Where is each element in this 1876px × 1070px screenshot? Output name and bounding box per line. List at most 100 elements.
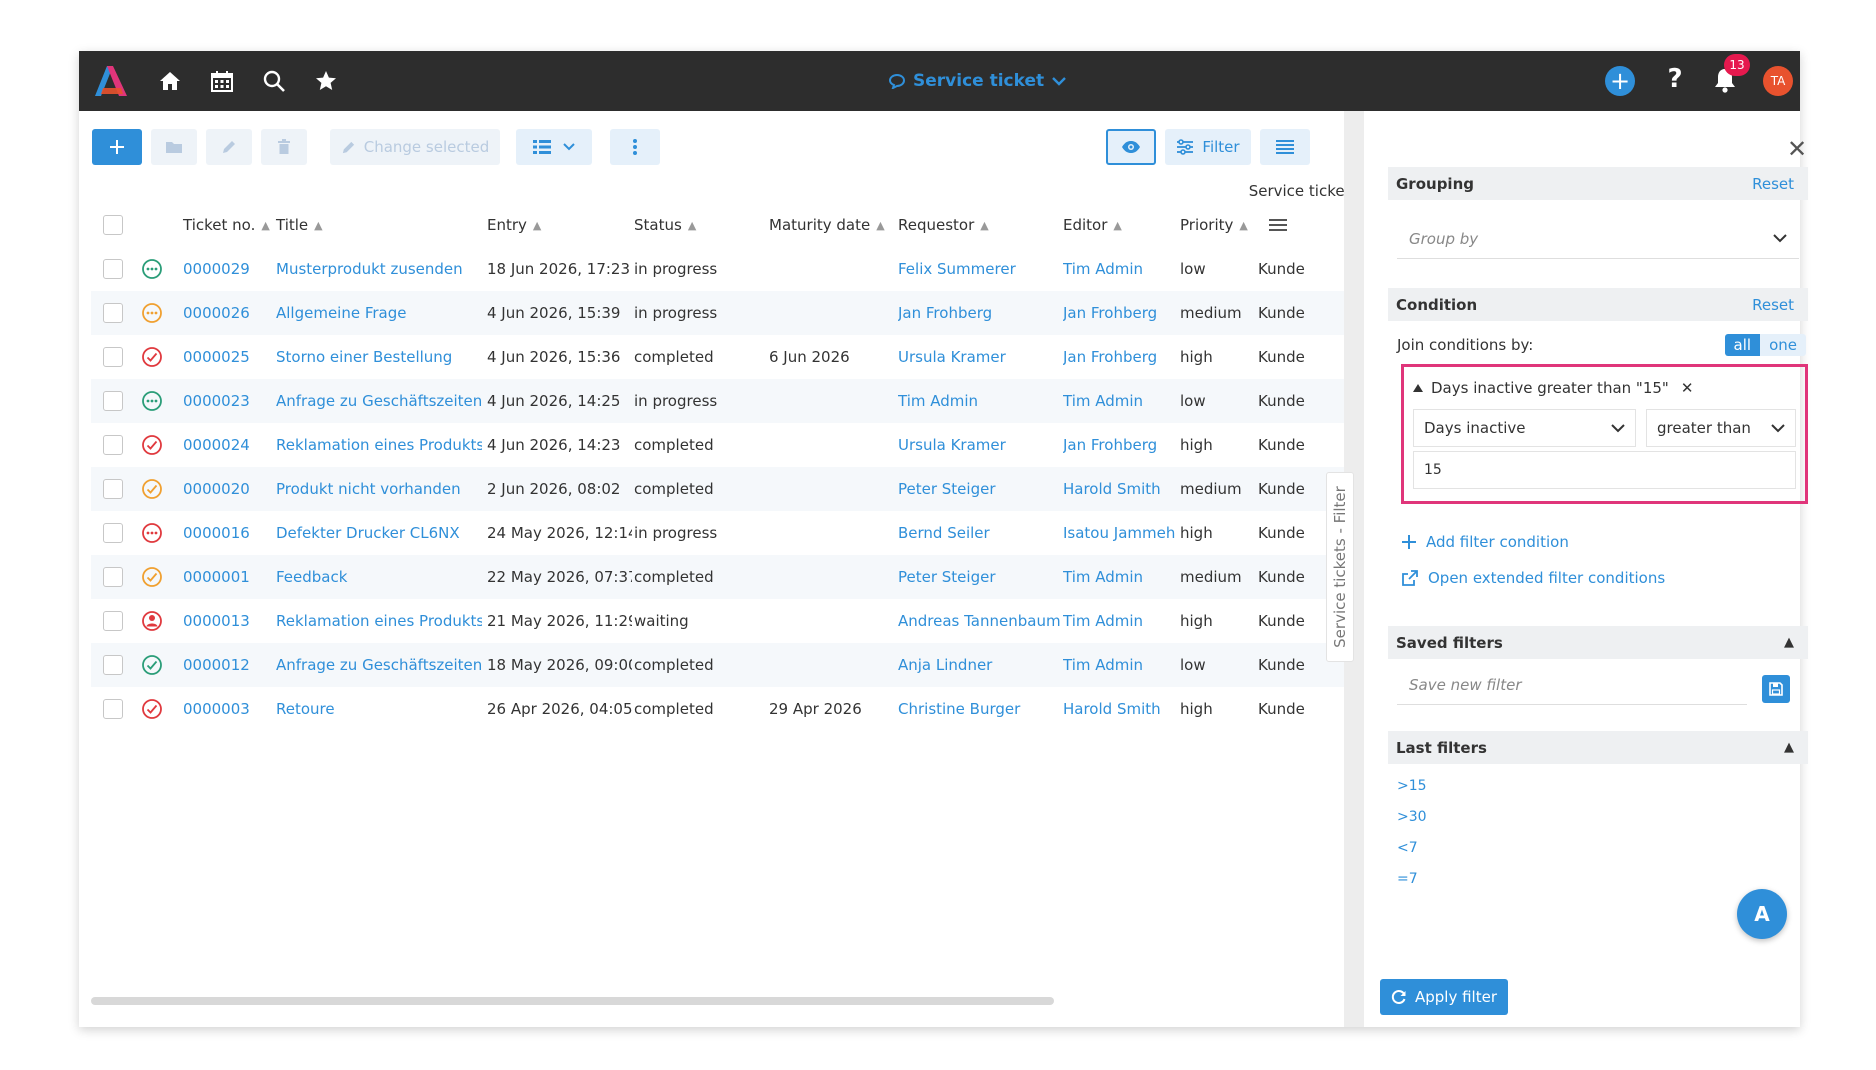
ticket-no-cell[interactable]: 0000001 — [183, 555, 271, 599]
table-row[interactable]: 0000013 Reklamation eines Produkts 21 May … — [91, 599, 1386, 643]
last-filters-section-header[interactable]: Last filters ▲︎ — [1388, 731, 1808, 764]
editor-cell[interactable]: Tim Admin — [1063, 247, 1177, 291]
table-row[interactable]: 0000001 Feedback 22 May 2026, 07:37 complet… — [91, 555, 1386, 599]
table-row[interactable]: 0000016 Defekter Drucker CL6NX 24 May 2026… — [91, 511, 1386, 555]
ticket-no-cell[interactable]: 0000013 — [183, 599, 271, 643]
table-row[interactable]: 0000026 Allgemeine Frage 4 Jun 2026, 15:39… — [91, 291, 1386, 335]
editor-cell[interactable]: Isatou Jammeh — [1063, 511, 1177, 555]
row-checkbox[interactable] — [103, 259, 123, 279]
editor-cell[interactable]: Harold Smith — [1063, 467, 1177, 511]
row-checkbox[interactable] — [103, 699, 123, 719]
ticket-no-cell[interactable]: 0000026 — [183, 291, 271, 335]
view-mode-dropdown[interactable] — [516, 129, 592, 165]
save-filter-button[interactable] — [1762, 675, 1790, 703]
close-icon[interactable]: ✕ — [1784, 136, 1810, 162]
column-header-priority[interactable]: Priority ▲︎ — [1180, 203, 1248, 247]
user-avatar[interactable]: TA — [1763, 66, 1793, 96]
add-filter-condition-link[interactable]: Add filter condition — [1402, 530, 1569, 554]
ticket-no-cell[interactable]: 0000012 — [183, 643, 271, 687]
title-cell[interactable]: Reklamation eines Produkts — [276, 423, 482, 467]
editor-cell[interactable]: Harold Smith — [1063, 687, 1177, 731]
ticket-no-cell[interactable]: 0000025 — [183, 335, 271, 379]
last-filter-item[interactable]: =7 — [1397, 871, 1418, 893]
column-header-ticket-no[interactable]: Ticket no. ▲︎ — [183, 203, 270, 247]
editor-cell[interactable]: Tim Admin — [1063, 555, 1177, 599]
edit-button[interactable] — [206, 129, 252, 165]
folder-button[interactable] — [151, 129, 197, 165]
editor-cell[interactable]: Jan Frohberg — [1063, 423, 1177, 467]
title-cell[interactable]: Anfrage zu Geschäftszeiten — [276, 379, 482, 423]
title-cell[interactable]: Reklamation eines Produkts — [276, 599, 482, 643]
row-checkbox[interactable] — [103, 523, 123, 543]
column-header-entry[interactable]: Entry ▲︎ — [487, 203, 541, 247]
row-checkbox[interactable] — [103, 435, 123, 455]
table-row[interactable]: 0000025 Storno einer Bestellung 4 Jun 2026… — [91, 335, 1386, 379]
table-row[interactable]: 0000029 Musterprodukt zusenden 18 Jun 2026… — [91, 247, 1386, 291]
requestor-cell[interactable]: Felix Summerer — [898, 247, 1060, 291]
more-options-button[interactable] — [610, 129, 660, 165]
requestor-cell[interactable]: Ursula Kramer — [898, 423, 1060, 467]
editor-cell[interactable]: Tim Admin — [1063, 643, 1177, 687]
title-cell[interactable]: Storno einer Bestellung — [276, 335, 482, 379]
horizontal-scrollbar[interactable] — [91, 997, 1054, 1005]
row-checkbox[interactable] — [103, 347, 123, 367]
save-new-filter-input[interactable]: Save new filter — [1397, 665, 1747, 705]
editor-cell[interactable]: Jan Frohberg — [1063, 291, 1177, 335]
star-icon[interactable] — [312, 67, 340, 95]
help-icon[interactable]: ? — [1660, 64, 1690, 96]
editor-cell[interactable]: Jan Frohberg — [1063, 335, 1177, 379]
requestor-cell[interactable]: Peter Steiger — [898, 555, 1060, 599]
filter-button[interactable]: Filter — [1165, 129, 1251, 165]
ticket-no-cell[interactable]: 0000020 — [183, 467, 271, 511]
saved-filters-section-header[interactable]: Saved filters ▲︎ — [1388, 626, 1808, 659]
group-by-select[interactable]: Group by — [1397, 219, 1799, 259]
column-header-editor[interactable]: Editor ▲︎ — [1063, 203, 1122, 247]
requestor-cell[interactable]: Tim Admin — [898, 379, 1060, 423]
condition-operator-select[interactable]: greater than — [1646, 409, 1796, 447]
apply-filter-button[interactable]: Apply filter — [1380, 979, 1508, 1015]
condition-field-select[interactable]: Days inactive — [1413, 409, 1636, 447]
last-filter-item[interactable]: >15 — [1397, 778, 1427, 800]
last-filter-item[interactable]: <7 — [1397, 840, 1418, 862]
ticket-no-cell[interactable]: 0000016 — [183, 511, 271, 555]
editor-cell[interactable]: Tim Admin — [1063, 379, 1177, 423]
requestor-cell[interactable]: Andreas Tannenbaum — [898, 599, 1060, 643]
ticket-no-cell[interactable]: 0000023 — [183, 379, 271, 423]
condition-reset-link[interactable]: Reset — [1752, 296, 1794, 314]
grouping-reset-link[interactable]: Reset — [1752, 175, 1794, 193]
condition-chip[interactable]: Days inactive greater than "15" ✕ — [1413, 375, 1693, 401]
calendar-icon[interactable] — [208, 67, 236, 95]
row-checkbox[interactable] — [103, 655, 123, 675]
ticket-no-cell[interactable]: 0000029 — [183, 247, 271, 291]
table-row[interactable]: 0000023 Anfrage zu Geschäftszeiten 4 Jun 2… — [91, 379, 1386, 423]
select-all-checkbox[interactable] — [103, 215, 123, 235]
row-checkbox[interactable] — [103, 391, 123, 411]
requestor-cell[interactable]: Ursula Kramer — [898, 335, 1060, 379]
table-row[interactable]: 0000024 Reklamation eines Produkts 4 Jun 2… — [91, 423, 1386, 467]
requestor-cell[interactable]: Anja Lindner — [898, 643, 1060, 687]
table-row[interactable]: 0000012 Anfrage zu Geschäftszeiten 18 May … — [91, 643, 1386, 687]
title-cell[interactable]: Musterprodukt zusenden — [276, 247, 482, 291]
app-logo[interactable] — [93, 62, 129, 102]
requestor-cell[interactable]: Christine Burger — [898, 687, 1060, 731]
row-checkbox[interactable] — [103, 611, 123, 631]
remove-condition-icon[interactable]: ✕ — [1681, 379, 1694, 397]
ticket-no-cell[interactable]: 0000024 — [183, 423, 271, 467]
title-cell[interactable]: Feedback — [276, 555, 482, 599]
requestor-cell[interactable]: Jan Frohberg — [898, 291, 1060, 335]
row-checkbox[interactable] — [103, 479, 123, 499]
row-checkbox[interactable] — [103, 567, 123, 587]
home-icon[interactable] — [156, 67, 184, 95]
row-checkbox[interactable] — [103, 303, 123, 323]
column-header-title[interactable]: Title ▲︎ — [276, 203, 323, 247]
module-title[interactable]: Service ticket — [889, 69, 1066, 93]
last-filter-item[interactable]: >30 — [1397, 809, 1427, 831]
add-button[interactable] — [92, 129, 142, 165]
join-one-option[interactable]: one — [1760, 334, 1806, 356]
filter-side-tab[interactable]: Service tickets - Filter — [1326, 472, 1354, 662]
title-cell[interactable]: Anfrage zu Geschäftszeiten — [276, 643, 482, 687]
condition-value-input[interactable]: 15 — [1413, 451, 1796, 489]
search-icon[interactable] — [260, 67, 288, 95]
title-cell[interactable]: Retoure — [276, 687, 482, 731]
column-header-status[interactable]: Status ▲︎ — [634, 203, 696, 247]
